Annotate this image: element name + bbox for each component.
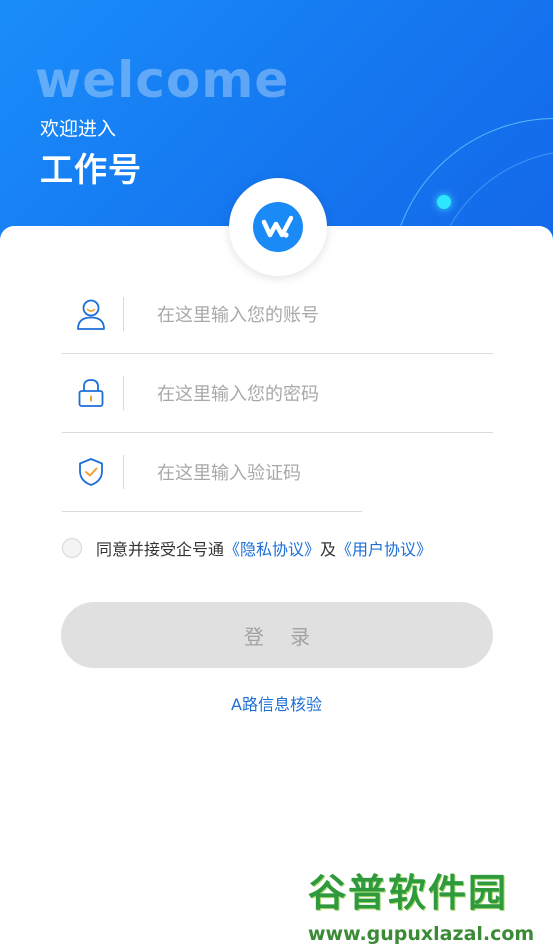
password-field [62,355,493,433]
login-button[interactable]: 登 录 [61,602,493,668]
field-divider [123,455,124,489]
password-input[interactable] [157,377,477,411]
code-field [62,434,362,512]
watermark: 谷普软件园 www.gupuxlazal.com [304,862,553,951]
welcome-text: welcome [35,51,290,109]
agree-checkbox[interactable] [62,538,82,558]
account-field [62,276,493,354]
code-input[interactable] [157,456,357,490]
field-divider [123,376,124,410]
account-input[interactable] [157,298,477,332]
user-agreement-link[interactable]: 《用户协议》 [336,536,432,560]
info-verify-link[interactable]: A路信息核验 [0,691,553,715]
brand-title: 工作号 [40,150,142,189]
watermark-title: 谷普软件园 [308,871,509,915]
app-logo [229,178,327,276]
shield-check-icon [76,456,106,488]
user-icon [76,298,106,330]
app-logo-icon [253,202,303,252]
field-divider [123,297,124,331]
agreement-and-text: 及 [320,540,337,559]
lock-icon [76,377,106,409]
welcome-subtitle: 欢迎进入 [40,118,117,140]
decorative-dot [437,195,451,209]
agreement-row: 同意并接受企号通 《隐私协议》 及 《用户协议》 [62,536,432,560]
watermark-url: www.gupuxlazal.com [308,923,535,945]
privacy-policy-link[interactable]: 《隐私协议》 [224,536,320,560]
agreement-text: 同意并接受企号通 [96,540,225,559]
